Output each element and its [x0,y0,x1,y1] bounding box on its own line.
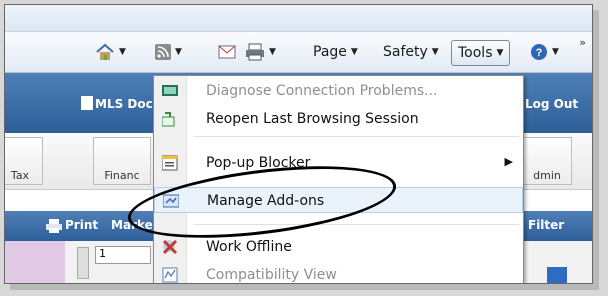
rss-icon [155,44,171,60]
menu-item-label: Work Offline [206,239,292,255]
tools-menu-label: Tools [458,45,493,61]
command-bar: ▼ ▼ ▼ Page ▼ Safety ▼ Tools ▼ ? ▼ » [5,32,592,73]
browser-window: ▼ ▼ ▼ Page ▼ Safety ▼ Tools ▼ ? ▼ » MLS … [4,4,593,284]
thumbnail [5,241,65,283]
page-menu-label: Page [313,44,347,60]
more-commands-chevron[interactable]: » [579,36,586,49]
chevron-down-icon[interactable]: ▼ [119,47,126,57]
chevron-down-icon[interactable]: ▼ [175,47,182,57]
printer-icon [246,43,264,61]
financial-tile-label: Financ [104,169,140,182]
diagnose-connection-icon [162,85,178,96]
submenu-arrow-icon: ▶ [504,155,513,168]
admin-tile-label: dmin [533,169,561,182]
mail-icon [218,45,236,59]
menu-item-compatibility-view[interactable]: Compatibility View [154,262,523,283]
chevron-down-icon: ▼ [350,47,358,57]
scrollbar[interactable] [77,247,89,279]
menu-item-reopen-session[interactable]: Reopen Last Browsing Session [154,106,523,132]
work-offline-icon [162,239,178,255]
admin-tile[interactable]: dmin [522,137,572,185]
svg-text:?: ? [536,47,543,59]
feeds-button[interactable]: ▼ [155,41,182,63]
print-button[interactable]: ▼ [245,41,276,63]
logout-link[interactable]: Log Out [525,97,578,111]
filter-toggle[interactable] [547,267,567,283]
menu-item-label: Reopen Last Browsing Session [206,111,419,127]
compatibility-view-icon [162,267,178,283]
page-menu[interactable]: Page ▼ [313,41,358,63]
financial-tile[interactable]: Financ [93,137,151,185]
menu-item-work-offline[interactable]: Work Offline [154,234,523,260]
printer-icon [46,219,62,233]
home-button[interactable]: ▼ [95,41,126,63]
menu-item-diagnose-connection[interactable]: Diagnose Connection Problems... [154,78,523,104]
help-icon: ? [531,44,547,60]
home-icon [96,43,114,60]
menu-item-label: Compatibility View [206,267,337,283]
help-menu[interactable]: ? ▼ [530,41,559,63]
mail-button[interactable] [218,41,236,63]
chevron-down-icon: ▼ [496,48,504,58]
filter-button[interactable]: Filter [528,218,564,232]
menu-separator [194,136,519,137]
safety-menu-label: Safety [383,44,428,60]
tools-menu[interactable]: Tools ▼ [451,40,511,66]
chevron-down-icon[interactable]: ▼ [269,47,276,57]
row-field[interactable]: 1 [95,246,151,264]
mls-doc-label[interactable]: MLS Doc [95,97,153,111]
safety-menu[interactable]: Safety ▼ [383,41,439,63]
chevron-down-icon: ▼ [552,47,559,57]
chevron-down-icon: ▼ [431,47,439,57]
print-link[interactable]: Print [65,218,98,232]
popup-blocker-icon [162,155,178,171]
tax-tile[interactable]: Tax [5,137,43,185]
menu-item-label: Diagnose Connection Problems... [206,83,438,99]
tab-strip [5,5,592,32]
tax-tile-label: Tax [10,169,30,182]
document-icon [81,96,93,110]
reopen-session-icon [162,112,175,127]
